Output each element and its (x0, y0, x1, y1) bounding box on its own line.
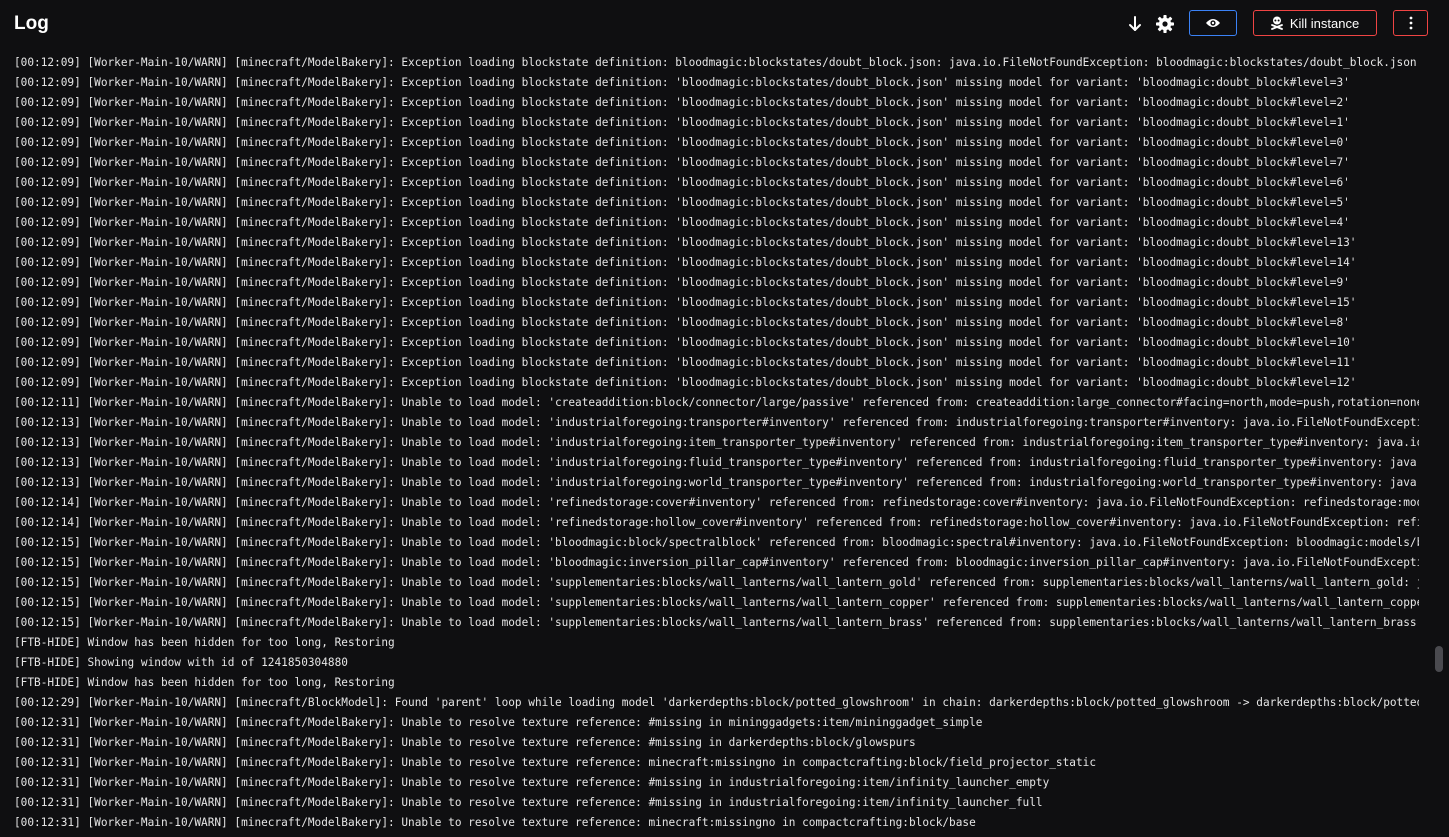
log-line: [00:12:31] [Worker-Main-10/WARN] [minecr… (14, 756, 1096, 769)
log-line: [00:12:09] [Worker-Main-10/WARN] [minecr… (14, 236, 1357, 249)
log-line: [00:12:09] [Worker-Main-10/WARN] [minecr… (14, 176, 1350, 189)
log-line: [00:12:09] [Worker-Main-10/WARN] [minecr… (14, 276, 1350, 289)
gear-icon[interactable] (1153, 12, 1177, 36)
log-line: [00:12:09] [Worker-Main-10/WARN] [minecr… (14, 116, 1350, 129)
log-line: [00:12:15] [Worker-Main-10/WARN] [minecr… (14, 556, 1419, 569)
log-line: [00:12:15] [Worker-Main-10/WARN] [minecr… (14, 596, 1419, 609)
log-line: [00:12:31] [Worker-Main-10/WARN] [minecr… (14, 716, 983, 729)
header: Log Kill instance (0, 0, 1449, 48)
log-line: [00:12:09] [Worker-Main-10/WARN] [minecr… (14, 296, 1357, 309)
page-title: Log (14, 13, 49, 34)
toggle-visibility-button[interactable] (1189, 10, 1237, 36)
log-line: [00:12:15] [Worker-Main-10/WARN] [minecr… (14, 616, 1419, 629)
log-line: [00:12:09] [Worker-Main-10/WARN] [minecr… (14, 136, 1350, 149)
log-line: [00:12:13] [Worker-Main-10/WARN] [minecr… (14, 436, 1419, 449)
eye-icon (1205, 17, 1221, 29)
log-line: [00:12:09] [Worker-Main-10/WARN] [minecr… (14, 156, 1350, 169)
log-line: [00:12:13] [Worker-Main-10/WARN] [minecr… (14, 476, 1419, 489)
log-line: [00:12:14] [Worker-Main-10/WARN] [minecr… (14, 516, 1419, 529)
log-line: [00:12:09] [Worker-Main-10/WARN] [minecr… (14, 196, 1350, 209)
log-line: [00:12:13] [Worker-Main-10/WARN] [minecr… (14, 456, 1419, 469)
log-window: Log Kill instance [00:12:09] [Worker-Mai… (0, 0, 1449, 837)
log-line: [00:12:31] [Worker-Main-10/WARN] [minecr… (14, 816, 976, 829)
kill-instance-label: Kill instance (1289, 15, 1360, 31)
vertical-dots-icon (1409, 16, 1413, 30)
log-line: [00:12:09] [Worker-Main-10/WARN] [minecr… (14, 356, 1357, 369)
log-line: [00:12:09] [Worker-Main-10/WARN] [minecr… (14, 76, 1350, 89)
skull-icon (1270, 16, 1283, 30)
log-line: [FTB-HIDE] Window has been hidden for to… (14, 636, 395, 649)
log-line: [00:12:09] [Worker-Main-10/WARN] [minecr… (14, 216, 1350, 229)
log-line: [00:12:31] [Worker-Main-10/WARN] [minecr… (14, 736, 916, 749)
log-line: [00:12:09] [Worker-Main-10/WARN] [minecr… (14, 56, 1417, 69)
more-options-button[interactable] (1393, 10, 1428, 36)
log-line: [00:12:11] [Worker-Main-10/WARN] [minecr… (14, 396, 1419, 409)
log-line: [00:12:15] [Worker-Main-10/WARN] [minecr… (14, 576, 1419, 589)
log-line: [00:12:09] [Worker-Main-10/WARN] [minecr… (14, 316, 1350, 329)
log-line: [00:12:09] [Worker-Main-10/WARN] [minecr… (14, 96, 1350, 109)
log-line: [00:12:09] [Worker-Main-10/WARN] [minecr… (14, 336, 1357, 349)
log-line: [00:12:13] [Worker-Main-10/WARN] [minecr… (14, 416, 1419, 429)
log-line: [00:12:09] [Worker-Main-10/WARN] [minecr… (14, 256, 1357, 269)
kill-instance-button[interactable]: Kill instance (1253, 10, 1377, 36)
log-line: [00:12:14] [Worker-Main-10/WARN] [minecr… (14, 496, 1419, 509)
log-line: [00:12:15] [Worker-Main-10/WARN] [minecr… (14, 536, 1419, 549)
log-line: [FTB-HIDE] Window has been hidden for to… (14, 676, 395, 689)
log-line: [00:12:31] [Worker-Main-10/WARN] [minecr… (14, 776, 1050, 789)
log-line: [FTB-HIDE] Showing window with id of 124… (14, 656, 348, 669)
log-line: [00:12:09] [Worker-Main-10/WARN] [minecr… (14, 376, 1357, 389)
log-line: [00:12:29] [Worker-Main-10/WARN] [minecr… (14, 696, 1419, 709)
arrow-down-icon[interactable] (1123, 12, 1147, 36)
log-output[interactable]: [00:12:09] [Worker-Main-10/WARN] [minecr… (14, 53, 1419, 829)
scrollbar-thumb[interactable] (1435, 646, 1443, 672)
log-line: [00:12:31] [Worker-Main-10/WARN] [minecr… (14, 796, 1043, 809)
